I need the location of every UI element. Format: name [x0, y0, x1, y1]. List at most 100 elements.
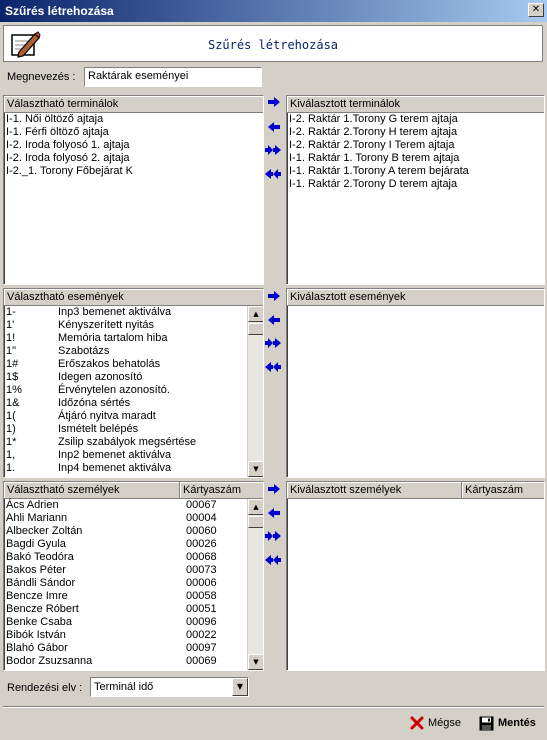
- name-label: Megnevezés :: [7, 71, 76, 83]
- scroll-thumb[interactable]: [248, 323, 263, 335]
- scroll-down-icon[interactable]: ▼: [248, 654, 263, 670]
- move-right-button[interactable]: [266, 290, 282, 302]
- scroll-up-icon[interactable]: ▲: [248, 306, 263, 322]
- list-item[interactable]: 1. Inp4 bemenet aktiválva: [6, 462, 247, 475]
- move-all-left-button[interactable]: [265, 361, 281, 373]
- list-item[interactable]: Bakó Teodóra 00068: [6, 551, 247, 564]
- available-persons-panel[interactable]: Választható személyek Kártyaszám Ács Adr…: [3, 481, 264, 671]
- selected-persons-panel[interactable]: Kiválasztott személyek Kártyaszám: [286, 481, 545, 671]
- list-item[interactable]: Albecker Zoltán 00060: [6, 525, 247, 538]
- event-code: 1-: [6, 306, 16, 318]
- person-name: Benke Csaba: [6, 616, 73, 628]
- list-item[interactable]: I-2. Raktár 2.Torony H terem ajtaja: [289, 126, 544, 139]
- available-terminals-header[interactable]: Választható terminálok: [4, 96, 263, 112]
- event-label: Memória tartalom hiba: [58, 332, 168, 344]
- list-item[interactable]: Bencze Imre 00058: [6, 590, 247, 603]
- scroll-down-icon[interactable]: ▼: [248, 461, 263, 477]
- available-events-header[interactable]: Választható események: [4, 289, 263, 305]
- persons-scrollbar[interactable]: ▲ ▼: [247, 499, 263, 670]
- sort-label: Rendezési elv :: [7, 682, 83, 694]
- move-all-left-button[interactable]: [265, 168, 281, 180]
- list-item[interactable]: Bencze Róbert 00051: [6, 603, 247, 616]
- list-item[interactable]: 1% Érvénytelen azonosító.: [6, 384, 247, 397]
- list-item[interactable]: Bándli Sándor 00006: [6, 577, 247, 590]
- cancel-button[interactable]: Mégse: [410, 713, 461, 733]
- move-right-button[interactable]: [266, 96, 282, 108]
- sort-select[interactable]: Terminál idő ▼: [90, 677, 249, 697]
- list-item[interactable]: I-2._1. Torony Főbejárat K: [6, 165, 263, 178]
- list-item[interactable]: I-2. Raktár 1.Torony G terem ajtaja: [289, 113, 544, 126]
- list-item[interactable]: 1) Ismételt belépés: [6, 423, 247, 436]
- selected-terminals-header[interactable]: Kiválasztott terminálok: [287, 96, 544, 112]
- person-name: Bakó Teodóra: [6, 551, 74, 563]
- person-name: Blahó Gábor: [6, 642, 68, 654]
- event-label: Ismételt belépés: [58, 423, 139, 435]
- move-all-left-button[interactable]: [265, 554, 281, 566]
- name-input[interactable]: Raktárak eseményei: [84, 67, 262, 87]
- list-item[interactable]: I-1. Raktár 1. Torony B terem ajtaja: [289, 152, 544, 165]
- list-item[interactable]: 1# Erőszakos behatolás: [6, 358, 247, 371]
- persons-name-header[interactable]: Választható személyek: [4, 482, 180, 498]
- list-item[interactable]: 1, Inp2 bemenet aktiválva: [6, 449, 247, 462]
- list-item[interactable]: 1! Memória tartalom hiba: [6, 332, 247, 345]
- available-terminals-panel[interactable]: Választható terminálok I-1. Női öltöző a…: [3, 95, 264, 285]
- list-item[interactable]: I-1. Férfi öltöző ajtaja: [6, 126, 263, 139]
- selected-persons-card-header[interactable]: Kártyaszám: [462, 482, 544, 498]
- card-number: 00067: [186, 499, 217, 511]
- scroll-thumb[interactable]: [248, 516, 263, 528]
- list-item[interactable]: I-2. Raktár 2.Torony I Terem ajtaja: [289, 139, 544, 152]
- move-right-icon: [268, 291, 280, 301]
- list-item[interactable]: Ahli Mariann 00004: [6, 512, 247, 525]
- list-item[interactable]: I-1. Raktár 2.Torony D terem ajtaja: [289, 178, 544, 191]
- list-item[interactable]: 1' Kényszerített nyitás: [6, 319, 247, 332]
- list-item[interactable]: 1" Szabotázs: [6, 345, 247, 358]
- persons-card-header[interactable]: Kártyaszám: [180, 482, 263, 498]
- list-item[interactable]: Bodor Zsuzsanna 00069: [6, 655, 247, 668]
- card-number: 00058: [186, 590, 217, 602]
- title-bar[interactable]: Szűrés létrehozása ✕: [0, 0, 547, 22]
- available-events-panel[interactable]: Választható események 1- Inp3 bemenet akt…: [3, 288, 264, 478]
- move-all-right-button[interactable]: [265, 530, 281, 542]
- move-all-right-button[interactable]: [265, 144, 281, 156]
- card-number: 00022: [186, 629, 217, 641]
- selected-terminals-panel[interactable]: Kiválasztott terminálok I-2. Raktár 1.To…: [286, 95, 545, 285]
- list-item[interactable]: Bakos Péter 00073: [6, 564, 247, 577]
- save-button[interactable]: Mentés: [479, 713, 536, 733]
- event-label: Erőszakos behatolás: [58, 358, 161, 370]
- scroll-up-icon[interactable]: ▲: [248, 499, 263, 515]
- list-item[interactable]: Bibók István 00022: [6, 629, 247, 642]
- card-number: 00096: [186, 616, 217, 628]
- list-item[interactable]: 1- Inp3 bemenet aktiválva: [6, 306, 247, 319]
- selected-events-header[interactable]: Kiválasztott események: [287, 289, 544, 305]
- list-item[interactable]: Benke Csaba 00096: [6, 616, 247, 629]
- card-number: 00060: [186, 525, 217, 537]
- person-name: Bibók István: [6, 629, 66, 641]
- person-name: Bándli Sándor: [6, 577, 76, 589]
- event-label: Átjáró nyitva maradt: [58, 410, 156, 422]
- close-button[interactable]: ✕: [528, 3, 544, 17]
- list-item[interactable]: 1(Átjáró nyitva maradt: [6, 410, 247, 423]
- selected-persons-name-header[interactable]: Kiválasztott személyek: [287, 482, 462, 498]
- move-left-button[interactable]: [266, 507, 282, 519]
- list-item[interactable]: Bagdi Gyula 00026: [6, 538, 247, 551]
- list-item[interactable]: 1$ Idegen azonosító: [6, 371, 247, 384]
- list-item[interactable]: I-1. Raktár 1.Torony A terem bejárata: [289, 165, 544, 178]
- selected-events-panel[interactable]: Kiválasztott események: [286, 288, 545, 478]
- move-all-right-icon: [265, 338, 281, 348]
- list-item[interactable]: I-1. Női öltöző ajtaja: [6, 113, 263, 126]
- list-item[interactable]: Blahó Gábor 00097: [6, 642, 247, 655]
- move-right-button[interactable]: [266, 483, 282, 495]
- list-item[interactable]: I-2. Iroda folyosó 1. ajtaja: [6, 139, 263, 152]
- list-item[interactable]: 1& Időzóna sértés: [6, 397, 247, 410]
- move-left-button[interactable]: [266, 121, 282, 133]
- list-item[interactable]: Ács Adrien 00067: [6, 499, 247, 512]
- move-all-right-button[interactable]: [265, 337, 281, 349]
- event-label: Szabotázs: [58, 345, 110, 357]
- events-scrollbar[interactable]: ▲ ▼: [247, 306, 263, 477]
- list-item[interactable]: I-2. Iroda folyosó 2. ajtaja: [6, 152, 263, 165]
- move-right-icon: [268, 97, 280, 107]
- chevron-down-icon[interactable]: ▼: [232, 678, 248, 696]
- list-item[interactable]: 1* Zsilip szabályok megsértése: [6, 436, 247, 449]
- event-code: 1,: [6, 449, 16, 461]
- move-left-button[interactable]: [266, 314, 282, 326]
